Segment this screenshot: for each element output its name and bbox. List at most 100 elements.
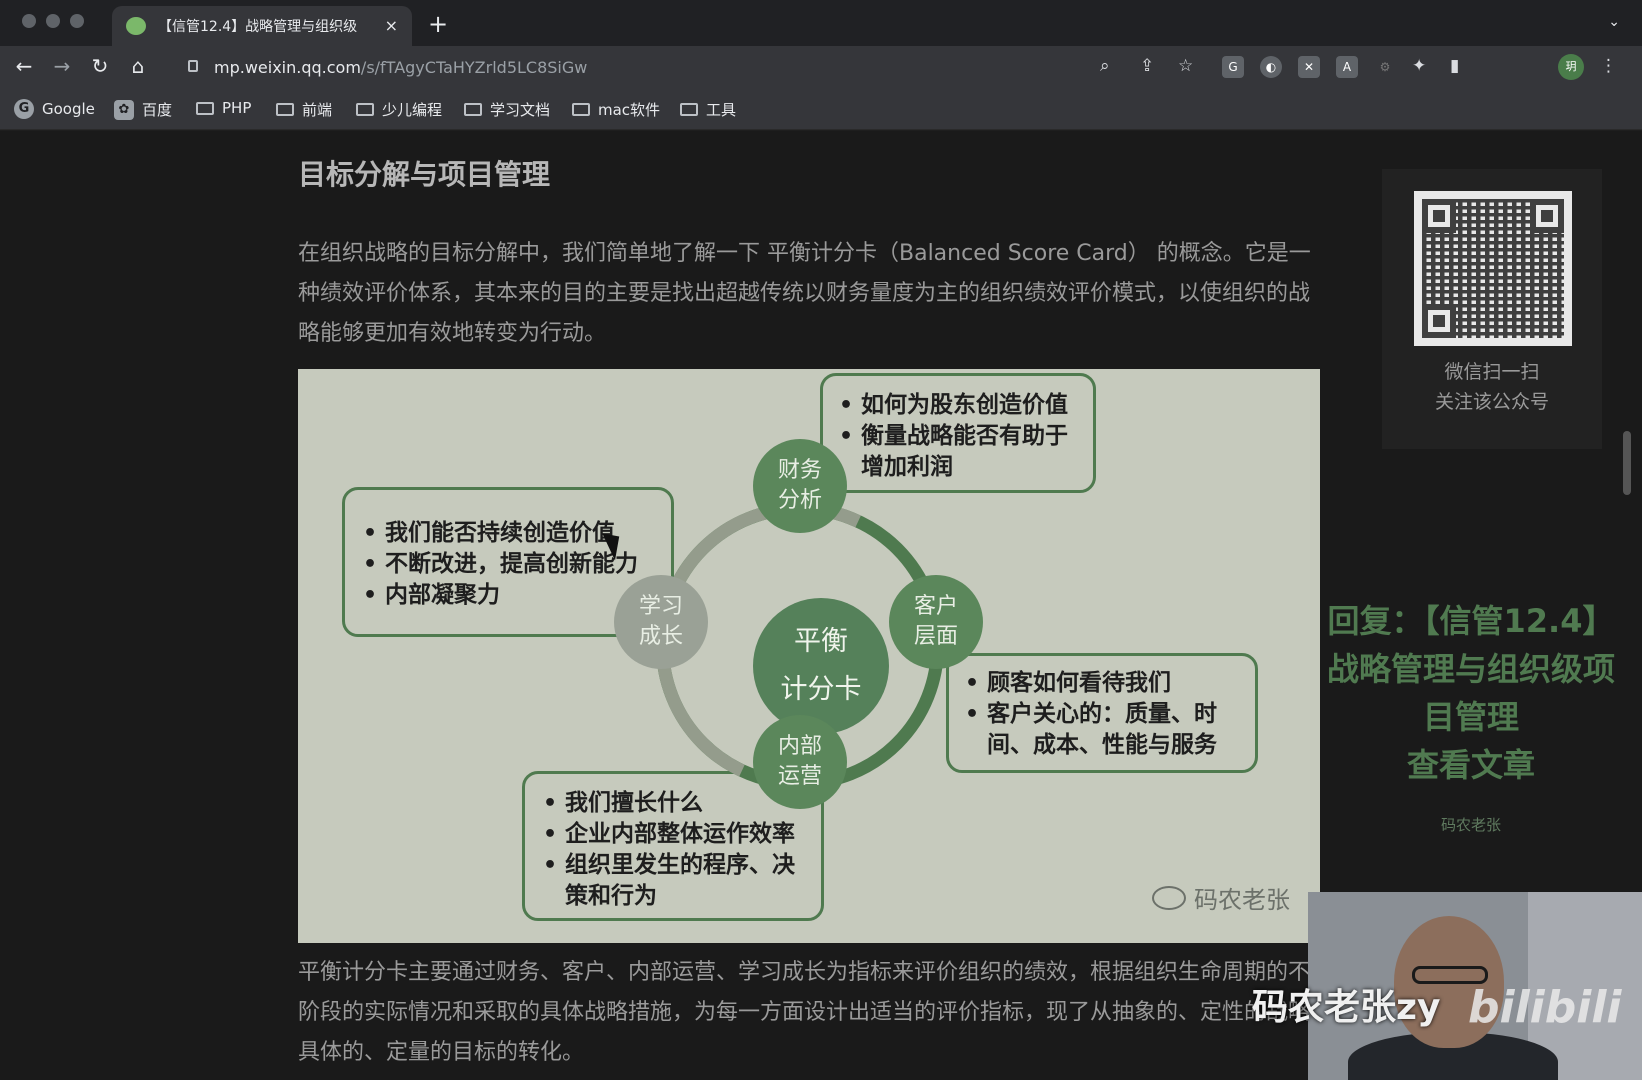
url-path: /s/fTAgyCTaHYZrld5LC8SiGw xyxy=(360,58,588,77)
url-host: mp.weixin.qq.com xyxy=(214,58,361,77)
customer-box: 顾客如何看待我们 客户关心的：质量、时间、成本、性能与服务 xyxy=(946,653,1258,773)
folder-icon xyxy=(196,101,214,115)
node-finance: 财务 分析 xyxy=(753,439,847,533)
url-text[interactable]: mp.weixin.qq.com/s/fTAgyCTaHYZrld5LC8SiG… xyxy=(214,58,587,77)
folder-icon xyxy=(680,103,698,116)
kebab-menu-icon[interactable]: ⋮ xyxy=(1600,56,1617,76)
bilibili-logo: bilibili xyxy=(1468,982,1622,1033)
back-arrow-icon[interactable]: ← xyxy=(10,54,38,78)
center-line: 计分卡 xyxy=(780,674,862,705)
folder-icon xyxy=(572,103,590,116)
reply-promo: 回复：【信管12.4】 战略管理与组织级项 目管理 查看文章 xyxy=(1300,597,1642,789)
node-label: 运营 xyxy=(777,764,822,789)
balanced-scorecard-diagram: 如何为股东创造价值 衡量战略能否有助于增加利润 我们能否持续创造价值 不断改进，… xyxy=(298,369,1320,943)
node-customer: 客户 层面 xyxy=(889,575,983,669)
qr-caption-line: 微信扫一扫 xyxy=(1444,361,1540,383)
promo-line: 查看文章 xyxy=(1406,746,1535,784)
qr-pattern xyxy=(1422,199,1564,338)
profile-avatar[interactable]: 玥 xyxy=(1558,54,1584,80)
lock-icon xyxy=(188,60,198,72)
node-learning: 学习 成长 xyxy=(614,575,708,669)
qr-finder xyxy=(1530,199,1564,233)
tab-close-icon[interactable]: × xyxy=(385,16,398,35)
section-heading: 目标分解与项目管理 xyxy=(298,158,551,191)
folder-icon xyxy=(276,103,294,116)
watermark-text: 码农老张 xyxy=(1194,886,1290,914)
bookmark-label: 少儿编程 xyxy=(382,101,443,119)
close-window-dot[interactable] xyxy=(22,14,36,28)
side-panel-icon[interactable]: ▮ xyxy=(1450,56,1459,76)
a-extension-icon[interactable]: A xyxy=(1336,56,1358,78)
bookmark-folder-mac-software[interactable]: mac软件 xyxy=(572,99,660,120)
bookmark-label: 工具 xyxy=(706,101,737,119)
finance-point: 如何为股东创造价值 xyxy=(833,390,1085,421)
new-tab-button[interactable]: + xyxy=(428,10,448,38)
bookmark-folder-tools[interactable]: 工具 xyxy=(680,99,736,120)
image-watermark: 码农老张 xyxy=(1152,880,1290,915)
active-tab[interactable]: 【信管12.4】战略管理与组织级 × xyxy=(112,6,412,46)
promo-line: 战略管理与组织级项 xyxy=(1326,650,1615,688)
page-scrollbar[interactable] xyxy=(1623,431,1631,495)
center-line: 平衡 xyxy=(794,626,848,657)
browser-window: 【信管12.4】战略管理与组织级 × + ⌄ ← → ↻ ⌂ mp.weixin… xyxy=(0,0,1642,1080)
zoom-window-dot[interactable] xyxy=(70,14,84,28)
minimize-window-dot[interactable] xyxy=(46,14,60,28)
finance-box: 如何为股东创造价值 衡量战略能否有助于增加利润 xyxy=(820,373,1096,493)
share-icon[interactable]: ⇪ xyxy=(1140,56,1154,76)
home-icon[interactable]: ⌂ xyxy=(124,54,152,78)
browser-toolbar: ← → ↻ ⌂ mp.weixin.qq.com/s/fTAgyCTaHYZrl… xyxy=(0,46,1642,90)
finance-point: 衡量战略能否有助于增加利润 xyxy=(833,421,1085,483)
reload-icon[interactable]: ↻ xyxy=(86,54,114,78)
forward-arrow-icon[interactable]: → xyxy=(48,54,76,78)
channel-watermark: 码农老张zy xyxy=(1252,987,1441,1028)
customer-point: 客户关心的：质量、时间、成本、性能与服务 xyxy=(959,699,1247,761)
bookmark-label: 学习文档 xyxy=(490,101,551,119)
qr-caption-line: 关注该公众号 xyxy=(1434,391,1549,413)
folder-icon xyxy=(464,103,482,116)
node-label: 成长 xyxy=(638,624,683,649)
circle-extension-icon[interactable]: ◐ xyxy=(1260,56,1282,78)
promo-line: 回复：【信管12.4】 xyxy=(1327,602,1615,640)
node-label: 财务 xyxy=(777,458,822,483)
promo-author: 码农老张 xyxy=(1440,816,1501,834)
qr-finder xyxy=(1422,304,1456,338)
bookmark-star-icon[interactable]: ☆ xyxy=(1178,56,1193,76)
bookmark-folder-frontend[interactable]: 前端 xyxy=(276,99,332,120)
qr-code[interactable] xyxy=(1414,191,1572,346)
intro-paragraph: 在组织战略的目标分解中，我们简单地了解一下 平衡计分卡（Balanced Sco… xyxy=(298,241,1311,346)
bookmark-label: 百度 xyxy=(142,101,173,119)
node-label: 客户 xyxy=(913,594,958,619)
tab-title: 【信管12.4】战略管理与组织级 xyxy=(158,19,358,35)
node-internal: 内部 运营 xyxy=(753,715,847,809)
gear-extension-icon[interactable]: ⚙ xyxy=(1374,56,1396,78)
internal-point: 组织里发生的程序、决策和行为 xyxy=(537,850,813,912)
tab-search-chevron-icon[interactable]: ⌄ xyxy=(1608,14,1620,30)
bookmark-label: 前端 xyxy=(302,101,333,119)
internal-point: 企业内部整体运作效率 xyxy=(537,819,813,850)
bookmarks-bar: G Google ✿ 百度 PHP 前端 少儿编程 学习文档 mac软件 工具 xyxy=(0,90,1642,130)
node-label: 学习 xyxy=(638,594,683,619)
wechat-watermark-icon xyxy=(1152,885,1186,910)
x-extension-icon[interactable]: ✕ xyxy=(1298,56,1320,78)
bookmark-baidu[interactable]: ✿ 百度 xyxy=(114,99,172,120)
bookmark-label: PHP xyxy=(222,99,252,117)
translate-extension-icon[interactable]: G xyxy=(1222,56,1244,78)
wechat-icon xyxy=(126,17,146,35)
qr-finder xyxy=(1422,199,1456,233)
google-icon: G xyxy=(14,99,34,119)
zoom-magnifier-icon[interactable]: ⌕ xyxy=(1100,56,1110,76)
summary-paragraph: 平衡计分卡主要通过财务、客户、内部运营、学习成长为指标来评价组织的绩效，根据组织… xyxy=(298,960,1333,1065)
bookmark-label: Google xyxy=(42,100,95,118)
bookmark-google[interactable]: G Google xyxy=(14,99,95,119)
bookmark-folder-kids-coding[interactable]: 少儿编程 xyxy=(356,99,442,120)
node-label: 内部 xyxy=(777,734,822,759)
tab-strip: 【信管12.4】战略管理与组织级 × + ⌄ xyxy=(0,0,1642,46)
baidu-paw-icon: ✿ xyxy=(114,99,134,120)
folder-icon xyxy=(356,103,374,116)
bookmark-folder-php[interactable]: PHP xyxy=(196,99,251,117)
node-label: 层面 xyxy=(913,624,958,649)
puzzle-extensions-icon[interactable]: ✦ xyxy=(1412,56,1426,76)
promo-line: 目管理 xyxy=(1422,698,1519,736)
scorecard-center: 平衡 计分卡 xyxy=(753,598,889,734)
bookmark-folder-docs[interactable]: 学习文档 xyxy=(464,99,550,120)
